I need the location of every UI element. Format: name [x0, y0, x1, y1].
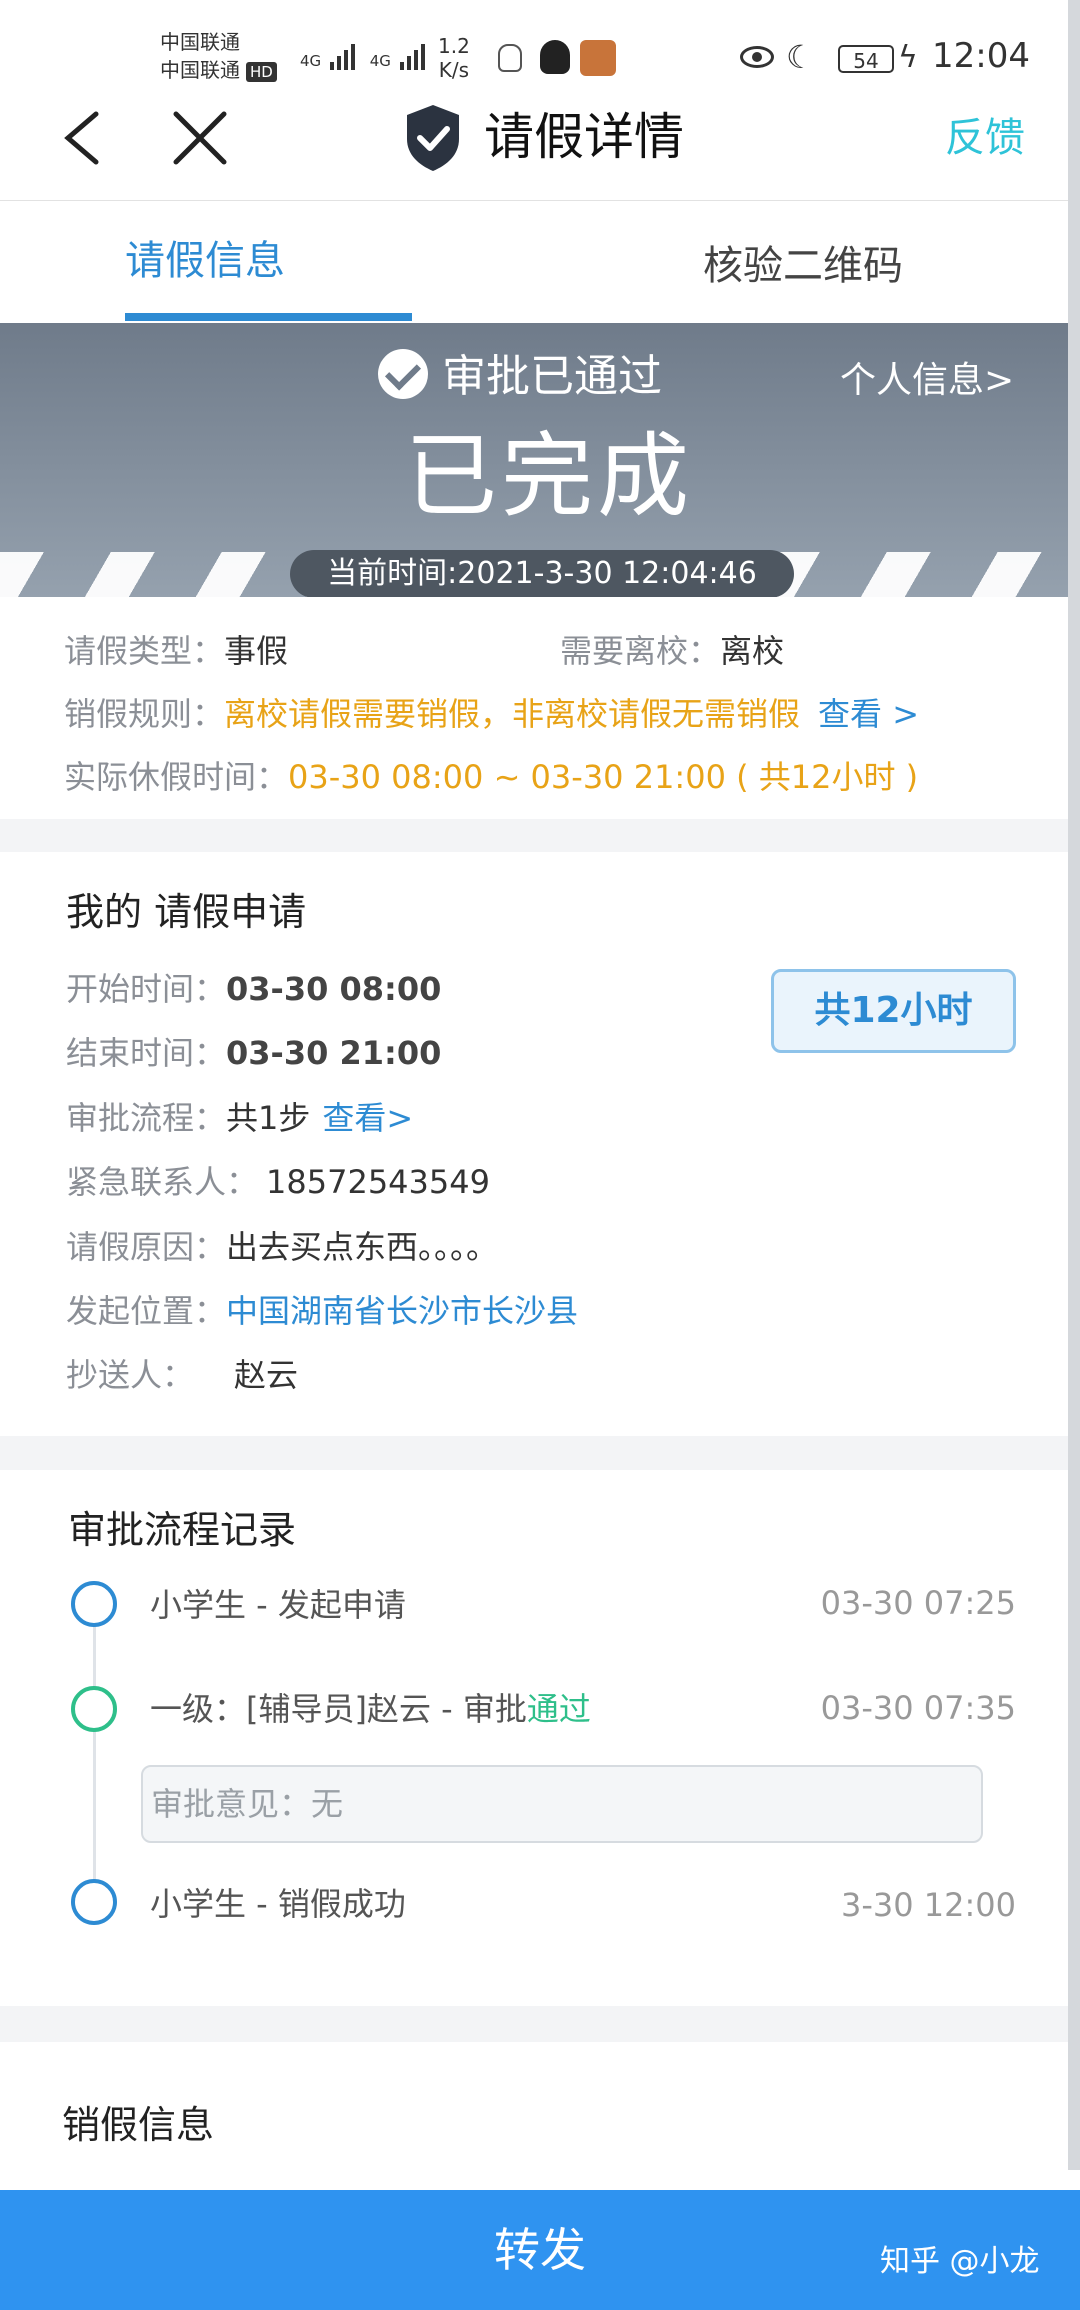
- total-hours-badge: 共12小时: [771, 969, 1016, 1053]
- approval-comment: 审批意见：无: [141, 1765, 983, 1843]
- completion-state: 已完成: [405, 423, 694, 530]
- leave-school-row: 需要离校：离校: [560, 632, 785, 670]
- timeline-line: [93, 1625, 96, 1900]
- qq-outline-icon: [498, 44, 522, 72]
- timeline-item-2: 一级：[辅导员]赵云 - 审批通过: [150, 1690, 591, 1728]
- battery-icon: 54: [838, 45, 894, 73]
- approval-status: 审批已通过: [378, 345, 662, 409]
- carrier-info: 中国联通 中国联通 HD: [160, 28, 277, 84]
- timeline-dot-icon: [71, 1686, 117, 1732]
- network-type-2: 4G: [369, 52, 391, 70]
- qq-icon: [540, 40, 570, 74]
- timeline-dot-icon: [71, 1581, 117, 1627]
- tab-leave-info[interactable]: 请假信息: [125, 233, 285, 289]
- close-icon: [173, 111, 227, 165]
- application-title: 我的 请假申请: [66, 890, 307, 934]
- leave-type-value: 事假: [224, 632, 289, 670]
- origin-location-value[interactable]: 中国湖南省长沙市长沙县: [226, 1292, 578, 1330]
- actual-leave-value: 03-30 08:00 ~ 03-30 21:00 ( 共12小时 ): [288, 758, 919, 796]
- timeline-item-1: 小学生 - 发起申请: [150, 1586, 406, 1624]
- carrier-1: 中国联通: [160, 30, 240, 54]
- signal-icon: [329, 40, 355, 70]
- cancel-rule-row: 销假规则：离校请假需要销假，非离校请假无需销假 查看 >: [64, 695, 920, 733]
- timeline-time-2: 03-30 07:35: [820, 1689, 1016, 1727]
- cancel-rule-text: 离校请假需要销假，非离校请假无需销假: [224, 695, 801, 733]
- application-card: [0, 852, 1080, 1436]
- personal-info-link[interactable]: 个人信息>: [840, 356, 1014, 406]
- charging-icon: ϟ: [898, 40, 918, 75]
- cancel-info-title: 销假信息: [62, 2103, 215, 2147]
- timeline-item-3: 小学生 - 销假成功: [150, 1885, 406, 1923]
- timeline-time-3: 3-30 12:00: [840, 1886, 1016, 1924]
- close-button[interactable]: [170, 108, 230, 168]
- cc-value: 赵云: [234, 1356, 299, 1394]
- current-time-pill: 当前时间:2021-3-30 12:04:46: [290, 550, 794, 598]
- start-time-value: 03-30 08:00: [226, 970, 442, 1008]
- end-time-value: 03-30 21:00: [226, 1034, 442, 1072]
- status-time: 12:04: [932, 36, 1030, 76]
- check-circle-icon: [378, 349, 428, 399]
- leave-type-row: 请假类型：事假: [64, 632, 289, 670]
- timeline-dot-icon: [71, 1879, 117, 1925]
- chevron-left-icon: [64, 111, 99, 165]
- active-tab-indicator: [125, 313, 412, 321]
- hd-badge: HD: [246, 62, 277, 82]
- timeline-time-1: 03-30 07:25: [820, 1584, 1016, 1622]
- leave-reason-value: 出去买点东西。。。。: [226, 1228, 499, 1266]
- leave-reason-row: 请假原因：出去买点东西。。。。: [66, 1228, 499, 1266]
- actual-leave-row: 实际休假时间：03-30 08:00 ~ 03-30 21:00 ( 共12小时…: [64, 758, 919, 796]
- eye-comfort-icon: [740, 46, 774, 68]
- moon-icon: ☾: [786, 38, 815, 76]
- game-app-icon: [580, 40, 616, 76]
- scrollbar[interactable]: [1068, 0, 1080, 2170]
- signal-icon-2: [399, 40, 425, 70]
- carrier-2: 中国联通: [160, 58, 240, 82]
- signal-indicators: 4G 4G: [300, 40, 425, 70]
- page-title: 请假详情: [484, 108, 684, 166]
- back-button[interactable]: [58, 108, 118, 168]
- shield-check-icon: [403, 103, 463, 173]
- rule-view-link[interactable]: 查看 >: [818, 695, 919, 733]
- watermark: 知乎 @小龙: [880, 2244, 1040, 2279]
- emergency-contact-value: 18572543549: [266, 1163, 490, 1201]
- end-time-row: 结束时间：03-30 21:00: [66, 1034, 442, 1072]
- feedback-button[interactable]: 反馈: [945, 110, 1025, 166]
- emergency-contact-row: 紧急联系人： 18572543549: [66, 1163, 490, 1201]
- tab-verify-qrcode[interactable]: 核验二维码: [703, 238, 903, 294]
- start-time-row: 开始时间：03-30 08:00: [66, 970, 442, 1008]
- approval-record-title: 审批流程记录: [68, 1508, 297, 1552]
- cc-row: 抄送人： 赵云: [66, 1356, 299, 1394]
- leave-school-value: 离校: [720, 632, 785, 670]
- network-type-1: 4G: [300, 52, 322, 70]
- approval-flow-row: 审批流程：共1步 查看>: [66, 1099, 414, 1137]
- network-speed: 1.2 K/s: [438, 34, 470, 82]
- flow-view-link[interactable]: 查看>: [322, 1099, 413, 1137]
- approval-result: 通过: [526, 1690, 591, 1728]
- origin-location-row: 发起位置：中国湖南省长沙市长沙县: [66, 1292, 579, 1330]
